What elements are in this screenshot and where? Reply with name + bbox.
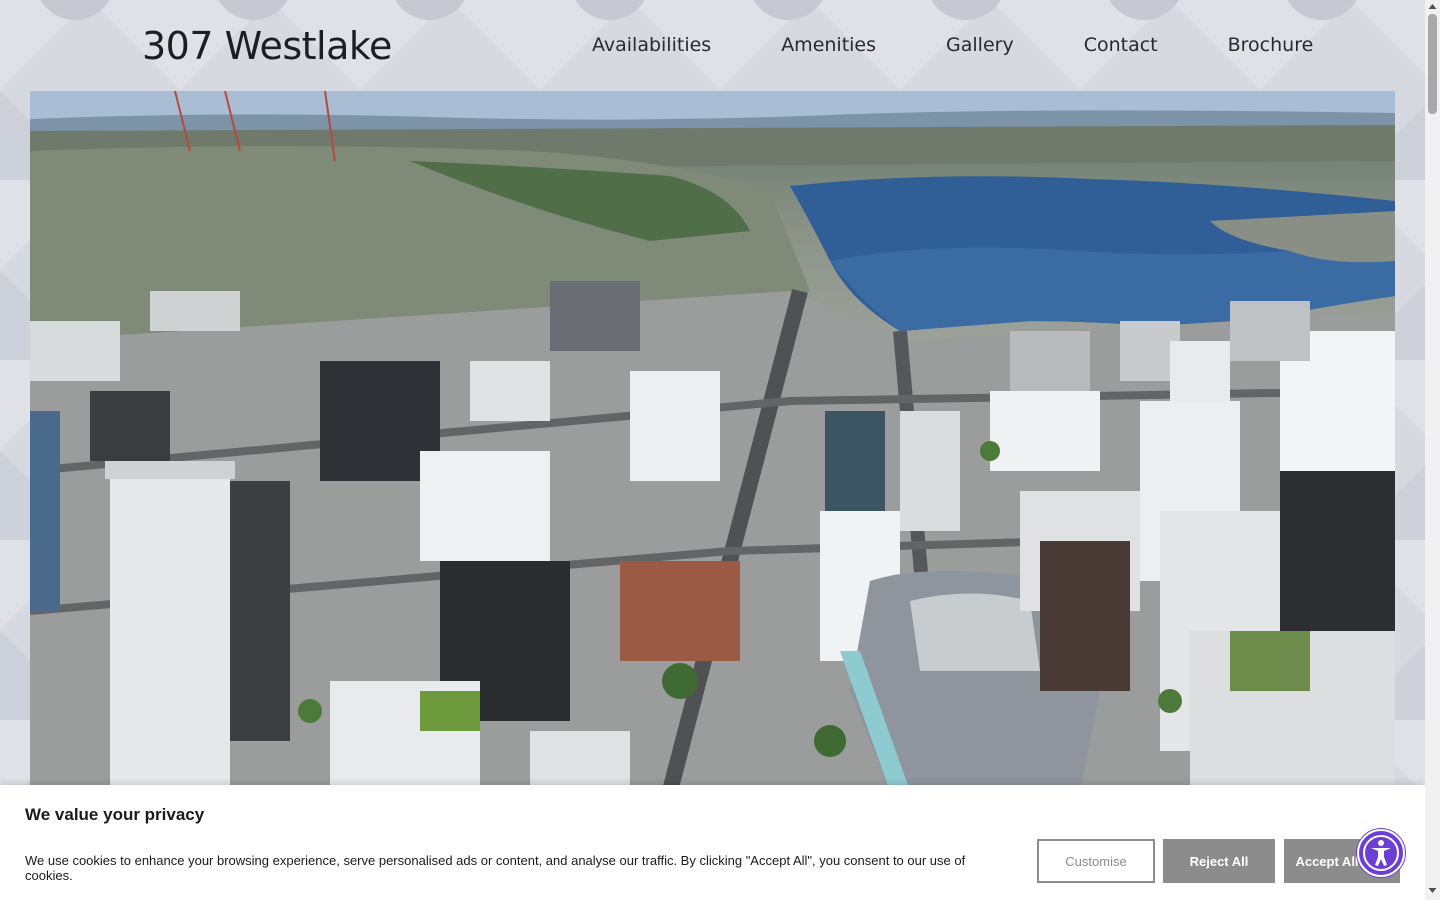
- cookie-banner: We value your privacy We use cookies to …: [0, 785, 1425, 900]
- nav-item-amenities[interactable]: Amenities: [781, 34, 876, 56]
- scrollbar-thumb[interactable]: [1428, 14, 1437, 114]
- cookie-message: We use cookies to enhance your browsing …: [25, 853, 966, 883]
- site-logo[interactable]: 307 Westlake: [142, 24, 392, 68]
- scroll-up-icon[interactable]: [1428, 2, 1437, 11]
- accessibility-icon: [1363, 835, 1399, 871]
- main-nav: Availabilities Amenities Gallery Contact…: [592, 34, 1313, 56]
- aerial-city-illustration: [30, 91, 1395, 791]
- site-header: 307 Westlake Availabilities Amenities Ga…: [0, 0, 1425, 92]
- cookie-title: We value your privacy: [25, 805, 205, 824]
- hero-image: [30, 91, 1395, 791]
- page-scrollbar[interactable]: [1425, 0, 1440, 900]
- nav-item-contact[interactable]: Contact: [1084, 34, 1158, 56]
- customise-button[interactable]: Customise: [1037, 839, 1155, 883]
- nav-item-gallery[interactable]: Gallery: [946, 34, 1014, 56]
- scroll-down-icon[interactable]: [1428, 886, 1437, 895]
- accessibility-button[interactable]: [1357, 829, 1405, 877]
- nav-item-availabilities[interactable]: Availabilities: [592, 34, 711, 56]
- reject-all-button[interactable]: Reject All: [1163, 839, 1275, 883]
- nav-item-brochure[interactable]: Brochure: [1228, 34, 1314, 56]
